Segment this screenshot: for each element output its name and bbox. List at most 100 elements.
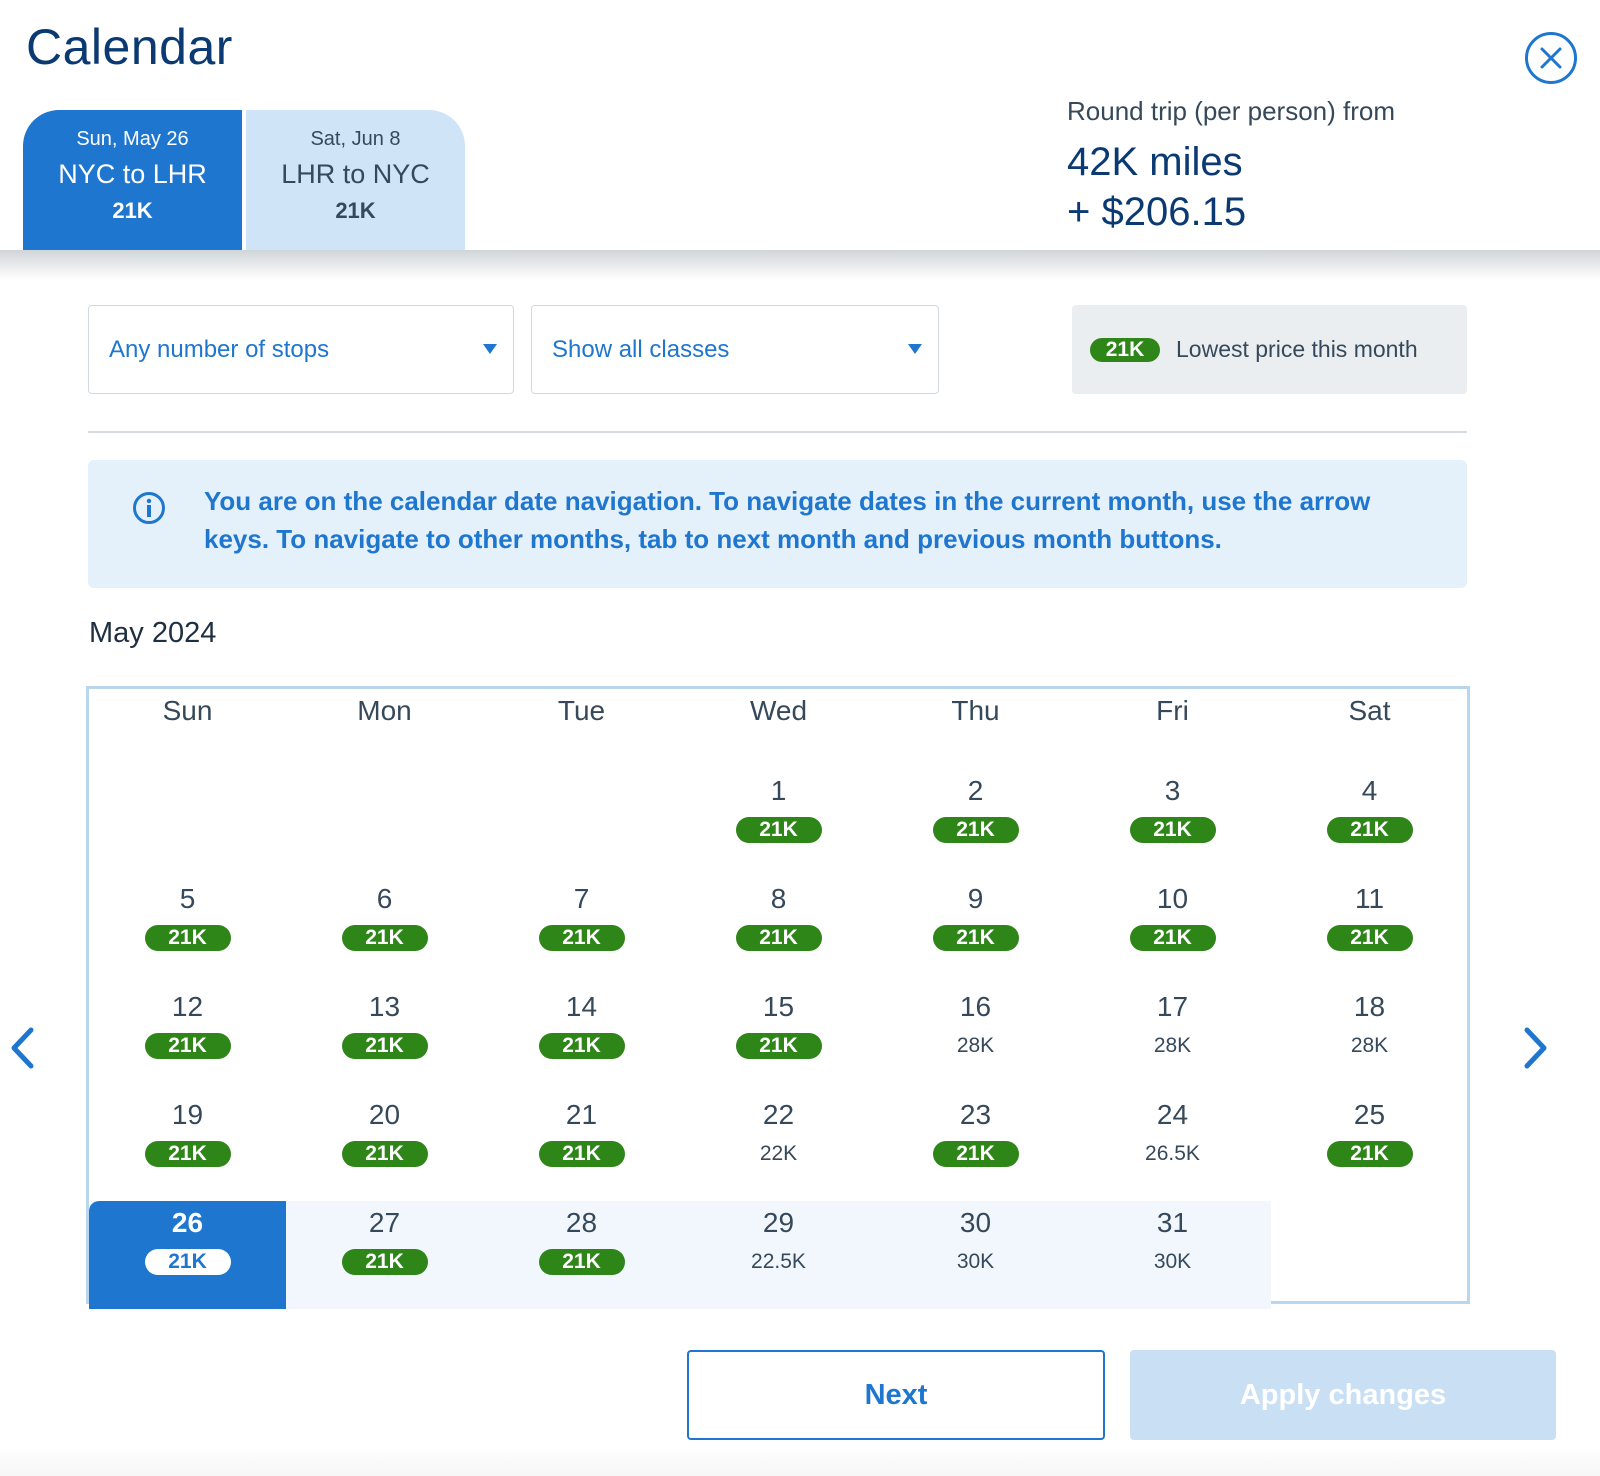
day-cell[interactable]: 15 21K [680, 985, 877, 1093]
day-cell[interactable]: 16 28K [877, 985, 1074, 1093]
day-cell[interactable]: 22 22K [680, 1093, 877, 1201]
apply-changes-button[interactable]: Apply changes [1130, 1350, 1556, 1440]
day-of-week-header: Sun [162, 695, 213, 726]
close-icon [1540, 47, 1562, 69]
day-cell[interactable]: 8 21K [680, 877, 877, 985]
day-cell[interactable]: 25 21K [1271, 1093, 1468, 1201]
caret-down-icon [483, 344, 497, 354]
header-shadow [0, 250, 1600, 280]
day-number: 10 [1156, 883, 1189, 914]
modal-header: Calendar Sun, May 26 NYC to LHR 21K Sat,… [0, 0, 1600, 250]
day-cell[interactable]: 12 21K [89, 985, 286, 1093]
day-cell[interactable]: 7 21K [483, 877, 680, 985]
day-cell[interactable]: 5 21K [89, 877, 286, 985]
day-cell[interactable]: 4 21K [1271, 769, 1468, 877]
day-cell[interactable]: 18 28K [1271, 985, 1468, 1093]
day-number: 12 [171, 991, 204, 1022]
day-number: 24 [1156, 1099, 1189, 1130]
day-cell[interactable]: 9 21K [877, 877, 1074, 985]
day-number: 8 [770, 883, 787, 914]
lowest-price-pill: 21K [538, 1141, 625, 1167]
day-number: 1 [770, 775, 787, 806]
day-number: 6 [376, 883, 393, 914]
lowest-price-pill: 21K [341, 1141, 428, 1167]
classes-select[interactable]: Show all classes [531, 305, 939, 394]
lowest-price-pill: 21K [144, 1249, 231, 1275]
classes-select-value: Show all classes [552, 335, 730, 363]
day-number: 15 [762, 991, 795, 1022]
day-cell[interactable]: 10 21K [1074, 877, 1271, 985]
day-number: 30 [959, 1207, 992, 1238]
day-number: 27 [368, 1207, 401, 1238]
day-cell[interactable]: 27 21K [286, 1201, 483, 1309]
lowest-price-pill: 21K [341, 925, 428, 951]
previous-month-button[interactable] [2, 1018, 42, 1078]
day-cell[interactable]: 13 21K [286, 985, 483, 1093]
info-text: You are on the calendar date navigation.… [204, 486, 1371, 554]
day-cell[interactable]: 20 21K [286, 1093, 483, 1201]
legend-pill: 21K [1090, 337, 1160, 362]
lowest-price-pill: 21K [341, 1033, 428, 1059]
tab-route: NYC to LHR [58, 159, 207, 189]
lowest-price-pill: 21K [341, 1249, 428, 1275]
lowest-price-pill: 21K [1326, 817, 1413, 843]
tab-price: 21K [335, 198, 376, 223]
calendar-grid: Sun Mon Tue Wed Thu Fri Sat 1 21K 2 21K 3 21K 4 21K 5 2… [86, 686, 1470, 1309]
tab-price: 21K [112, 198, 153, 223]
lowest-price-pill: 21K [144, 1033, 231, 1059]
day-cell[interactable]: 26 21K [89, 1201, 286, 1309]
info-banner: You are on the calendar date navigation.… [88, 460, 1467, 588]
day-price: 22K [759, 1142, 798, 1165]
day-number: 18 [1353, 991, 1386, 1022]
chevron-right-icon [1524, 1027, 1547, 1069]
day-cell[interactable]: 31 30K [1074, 1201, 1271, 1309]
day-number: 4 [1361, 775, 1378, 806]
day-cell[interactable]: 2 21K [877, 769, 1074, 877]
day-cell[interactable]: 11 21K [1271, 877, 1468, 985]
lowest-price-pill: 21K [538, 1249, 625, 1275]
day-price: 28K [956, 1034, 995, 1057]
lowest-price-pill: 21K [735, 925, 822, 951]
trip-tabs: Sun, May 26 NYC to LHR 21K Sat, Jun 8 LH… [23, 110, 465, 250]
day-cell[interactable]: 3 21K [1074, 769, 1271, 877]
days-of-week: Sun Mon Tue Wed Thu Fri Sat [89, 689, 1467, 739]
day-price: 30K [1153, 1250, 1192, 1273]
day-number: 19 [171, 1099, 204, 1130]
day-number: 3 [1164, 775, 1181, 806]
day-number: 29 [762, 1207, 795, 1238]
day-cell[interactable]: 29 22.5K [680, 1201, 877, 1309]
day-cell[interactable]: 19 21K [89, 1093, 286, 1201]
day-number: 21 [565, 1099, 598, 1130]
footer-fade [0, 1446, 1600, 1476]
day-number: 22 [762, 1099, 795, 1130]
calendar-week: 19 21K 20 21K 21 21K 22 22K 23 21K 24 26.5K 25 21K [89, 1093, 1467, 1201]
next-button[interactable]: Next [687, 1350, 1105, 1440]
empty-day-cell [286, 769, 483, 877]
info-icon [133, 492, 165, 524]
tab-date: Sat, Jun 8 [310, 128, 401, 150]
tab-return[interactable]: Sat, Jun 8 LHR to NYC 21K [246, 110, 465, 250]
empty-day-cell [1271, 1201, 1468, 1309]
empty-day-cell [483, 769, 680, 877]
day-number: 9 [967, 883, 984, 914]
day-cell[interactable]: 28 21K [483, 1201, 680, 1309]
day-cell[interactable]: 30 30K [877, 1201, 1074, 1309]
next-month-button[interactable] [1516, 1018, 1556, 1078]
day-cell[interactable]: 17 28K [1074, 985, 1271, 1093]
day-number: 20 [368, 1099, 401, 1130]
day-cell[interactable]: 1 21K [680, 769, 877, 877]
close-button[interactable] [1525, 32, 1577, 84]
lowest-price-pill: 21K [1326, 1141, 1413, 1167]
day-cell[interactable]: 6 21K [286, 877, 483, 985]
day-cell[interactable]: 21 21K [483, 1093, 680, 1201]
day-number: 23 [959, 1099, 992, 1130]
day-cell[interactable]: 23 21K [877, 1093, 1074, 1201]
day-cell[interactable]: 14 21K [483, 985, 680, 1093]
day-number: 5 [179, 883, 196, 914]
day-cell[interactable]: 24 26.5K [1074, 1093, 1271, 1201]
lowest-price-pill: 21K [538, 1033, 625, 1059]
day-price: 26.5K [1145, 1142, 1200, 1165]
tab-outbound[interactable]: Sun, May 26 NYC to LHR 21K [23, 110, 242, 250]
stops-select-value: Any number of stops [109, 335, 330, 363]
stops-select[interactable]: Any number of stops [88, 305, 514, 394]
